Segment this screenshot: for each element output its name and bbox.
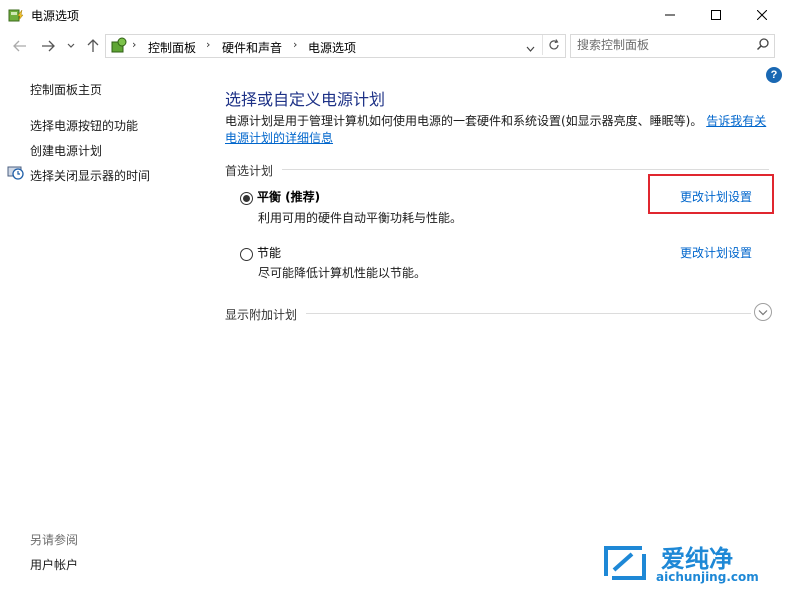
breadcrumb-power-options[interactable]: 电源选项 [308, 39, 356, 56]
monitor-clock-icon [7, 166, 24, 180]
chevron-down-icon [67, 43, 75, 48]
breadcrumb-separator-icon: › [293, 38, 298, 51]
close-icon [757, 9, 767, 20]
refresh-button[interactable] [542, 35, 565, 55]
sidebar-item-control-panel-home[interactable]: 控制面板主页 [30, 81, 102, 98]
sidebar-item-user-accounts[interactable]: 用户帐户 [30, 556, 78, 573]
plan-balanced-description: 利用可用的硬件自动平衡功耗与性能。 [258, 211, 463, 225]
see-also-heading: 另请参阅 [30, 533, 79, 547]
help-button[interactable]: ? [766, 67, 782, 83]
plan-balanced-change-settings-link[interactable]: 更改计划设置 [680, 188, 752, 205]
recent-pages-button[interactable] [64, 37, 78, 55]
question-mark-icon: ? [770, 69, 778, 81]
additional-plans-heading[interactable]: 显示附加计划 [225, 306, 297, 323]
up-button[interactable] [84, 37, 102, 55]
refresh-icon [549, 39, 559, 50]
expand-additional-plans-button[interactable] [754, 303, 772, 321]
title-bar: 电源选项 [0, 0, 785, 29]
address-bar[interactable]: › 控制面板 › 硬件和声音 › 电源选项 [105, 34, 566, 58]
minimize-button[interactable] [647, 0, 693, 29]
forward-button[interactable] [38, 37, 58, 55]
arrow-left-icon [13, 40, 26, 52]
page-title: 选择或自定义电源计划 [225, 90, 386, 109]
sidebar-item-create-plan[interactable]: 创建电源计划 [30, 142, 102, 159]
control-panel-icon [111, 37, 127, 53]
preferred-plans-heading: 首选计划 [225, 164, 274, 178]
search-input[interactable] [577, 38, 747, 52]
search-icon [756, 38, 769, 51]
back-button[interactable] [10, 37, 30, 55]
maximize-icon [711, 9, 721, 20]
watermark-url: aichunjing.com [656, 570, 759, 584]
radio-selected-dot [243, 195, 250, 202]
power-options-icon [8, 9, 24, 22]
breadcrumb-control-panel[interactable]: 控制面板 [148, 39, 196, 56]
maximize-button[interactable] [693, 0, 739, 29]
navigation-bar: › 控制面板 › 硬件和声音 › 电源选项 [0, 33, 785, 59]
plan-balanced-radio[interactable] [240, 192, 253, 205]
close-button[interactable] [739, 0, 785, 29]
watermark-text: 爱纯净 [661, 545, 733, 573]
plan-balanced-name: 平衡 (推荐) [257, 190, 321, 204]
search-box [570, 34, 775, 58]
breadcrumb-separator-icon: › [132, 38, 137, 51]
window-title: 电源选项 [31, 9, 80, 23]
page-description: 电源计划是用于管理计算机如何使用电源的一套硬件和系统设置(如显示器亮度、睡眠等)… [225, 113, 775, 147]
minimize-icon [665, 14, 675, 15]
section-divider [282, 169, 769, 170]
watermark-logo: 爱纯净 aichunjing.com [596, 539, 785, 590]
section-divider [306, 313, 751, 314]
breadcrumb-separator-icon: › [206, 38, 211, 51]
description-text: 电源计划是用于管理计算机如何使用电源的一套硬件和系统设置(如显示器亮度、睡眠等)… [225, 114, 703, 128]
chevron-down-icon [526, 46, 535, 52]
search-button[interactable] [756, 37, 770, 54]
arrow-up-icon [87, 39, 99, 52]
arrow-right-icon [42, 40, 55, 52]
chevron-down-icon [758, 309, 768, 315]
plan-power-saver-name: 节能 [257, 246, 282, 260]
breadcrumb-hardware-sound[interactable]: 硬件和声音 [222, 39, 282, 56]
watermark-logo-icon [604, 546, 646, 580]
plan-power-saver-radio[interactable] [240, 248, 253, 261]
address-dropdown-button[interactable] [526, 41, 535, 55]
sidebar-item-display-off[interactable]: 选择关闭显示器的时间 [30, 167, 150, 184]
plan-power-saver-change-settings-link[interactable]: 更改计划设置 [680, 244, 752, 261]
sidebar-item-power-button[interactable]: 选择电源按钮的功能 [30, 117, 138, 134]
plan-power-saver-description: 尽可能降低计算机性能以节能。 [258, 266, 427, 280]
